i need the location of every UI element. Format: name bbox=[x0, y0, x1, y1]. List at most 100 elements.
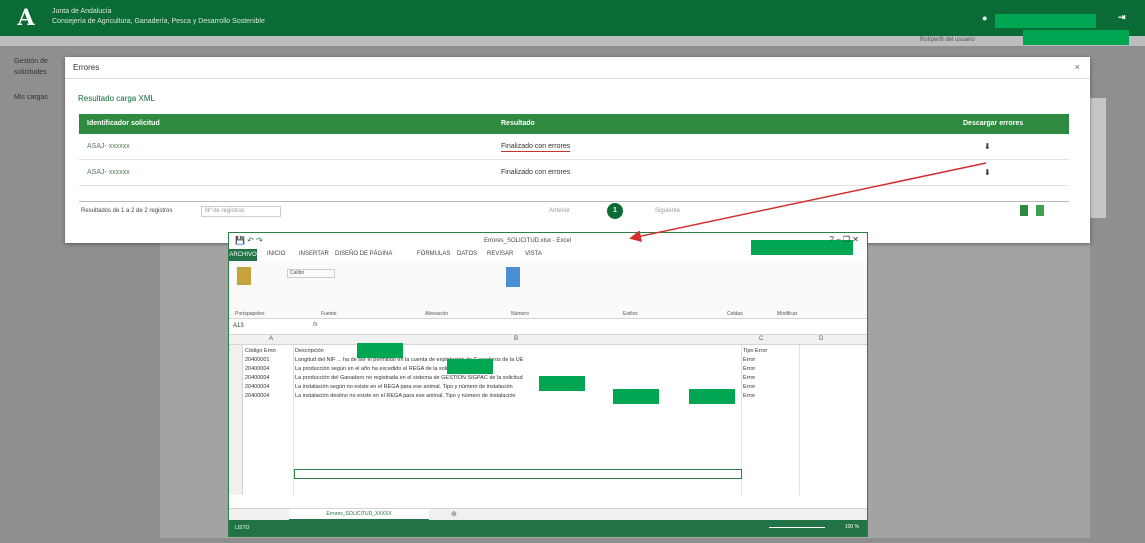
excel-status-bar: LISTO 100 % bbox=[229, 520, 867, 536]
logout-icon[interactable]: ⇥ bbox=[1118, 12, 1126, 23]
modal-subtitle: Resultado carga XML bbox=[78, 94, 155, 103]
next-page-button[interactable]: Siguiente bbox=[655, 208, 680, 214]
excel-window: 💾 ↶ ↷ Errores_SOLICITUD.xlsx - Excel ? –… bbox=[228, 232, 868, 537]
redacted-cell bbox=[689, 389, 735, 404]
junta-logo[interactable]: A bbox=[14, 6, 38, 30]
cell-code[interactable]: 20400004 bbox=[245, 392, 269, 400]
col-d[interactable]: D bbox=[819, 336, 823, 342]
col-b[interactable]: B bbox=[514, 336, 518, 342]
redacted-cell bbox=[539, 376, 585, 391]
format-table-icon[interactable] bbox=[506, 267, 520, 287]
cell-code[interactable]: 20400004 bbox=[245, 365, 269, 373]
export-excel-icon[interactable] bbox=[1036, 205, 1044, 216]
table-row: ASAJ- xxxxxx Finalizado con errores ⬇ bbox=[79, 134, 1069, 160]
download-icon[interactable]: ⬇ bbox=[984, 142, 991, 151]
group-numero: Número bbox=[511, 311, 529, 317]
redacted-cell bbox=[613, 389, 659, 404]
results-table: Identificador solicitud Resultado Descar… bbox=[79, 114, 1069, 186]
paste-icon[interactable] bbox=[237, 267, 251, 285]
redacted-cell bbox=[357, 343, 403, 358]
tab-vista[interactable]: VISTA bbox=[525, 251, 542, 257]
group-estilos: Estilos bbox=[623, 311, 638, 317]
add-sheet-icon[interactable]: ⊕ bbox=[451, 510, 457, 518]
row-id: ASAJ- xxxxxx bbox=[87, 169, 130, 176]
sheet-row: Código Error Descripción Tipo Error bbox=[243, 347, 863, 355]
cell-type[interactable]: Error bbox=[743, 356, 755, 364]
cell-desc[interactable]: La instalación según no existe en el REG… bbox=[295, 383, 513, 391]
cell-code[interactable]: 20400001 bbox=[245, 356, 269, 364]
bg-item-2[interactable]: Mis cargas bbox=[14, 92, 64, 103]
excel-filename: Errores_SOLICITUD.xlsx - Excel bbox=[484, 238, 572, 244]
window-controls[interactable]: ? – ❐ ✕ bbox=[830, 235, 859, 244]
zoom-level[interactable]: 100 % bbox=[845, 524, 859, 530]
table-header: Identificador solicitud Resultado Descar… bbox=[79, 114, 1069, 134]
prev-page-button[interactable]: Anterior bbox=[549, 208, 570, 214]
brand-line-1: Junta de Andalucía bbox=[52, 8, 112, 15]
cell-desc[interactable]: La producción del Ganadero no registrada… bbox=[295, 374, 523, 382]
excel-ribbon-tabs: ARCHIVO INICIO INSERTAR DISEÑO DE PÁGINA… bbox=[229, 249, 867, 261]
cell-desc[interactable]: La producción según en el año ha excedid… bbox=[295, 365, 459, 373]
selected-cell[interactable] bbox=[294, 469, 742, 479]
table-row: ASAJ- xxxxxx Finalizado con errores ⬇ bbox=[79, 160, 1069, 186]
col-a[interactable]: A bbox=[269, 336, 273, 342]
redacted-role bbox=[1023, 30, 1129, 45]
redacted-cell bbox=[447, 359, 493, 374]
brand-line-2: Consejería de Agricultura, Ganadería, Pe… bbox=[52, 18, 265, 25]
col-c[interactable]: C bbox=[759, 336, 763, 342]
font-select[interactable]: Calibri bbox=[287, 269, 335, 278]
name-box[interactable]: A13 bbox=[233, 323, 244, 329]
cell-type[interactable]: Error bbox=[743, 374, 755, 382]
cell-type[interactable]: Error bbox=[743, 383, 755, 391]
col-header-result[interactable]: Resultado bbox=[501, 120, 535, 127]
formula-bar: A13 fx bbox=[229, 319, 867, 335]
sheet-row: 20400001 Longitud del NIF ... ha de ser … bbox=[243, 356, 863, 364]
export-pdf-icon[interactable] bbox=[1020, 205, 1028, 216]
row-headers bbox=[229, 345, 243, 495]
cell-code[interactable]: Código Error bbox=[245, 347, 276, 355]
row-result: Finalizado con errores bbox=[501, 169, 571, 176]
cell-type[interactable]: Error bbox=[743, 365, 755, 373]
status-ready: LISTO bbox=[235, 525, 250, 531]
group-celdas: Celdas bbox=[727, 311, 743, 317]
page-size-select[interactable]: Nº de registros bbox=[201, 206, 281, 217]
group-modificar: Modificar bbox=[777, 311, 798, 317]
modal-header: Errores × bbox=[65, 57, 1090, 79]
excel-quick-access[interactable]: 💾 ↶ ↷ bbox=[235, 236, 263, 245]
tab-datos[interactable]: DATOS bbox=[457, 251, 477, 257]
redacted-username bbox=[995, 14, 1096, 28]
background-sidebar: Gestión de solicitudes Mis cargas bbox=[14, 56, 64, 103]
tab-insertar[interactable]: INSERTAR bbox=[299, 251, 329, 257]
results-count: Resultados de 1 a 2 de 2 registros bbox=[81, 208, 173, 214]
tab-diseno[interactable]: DISEÑO DE PÁGINA bbox=[335, 251, 392, 257]
cell-desc[interactable]: La instalación destino no existe en el R… bbox=[295, 392, 515, 400]
zoom-slider[interactable] bbox=[769, 527, 825, 528]
tab-formulas[interactable]: FÓRMULAS bbox=[417, 251, 450, 257]
fx-icon[interactable]: fx bbox=[313, 322, 318, 328]
modal-title: Errores bbox=[73, 63, 100, 72]
excel-ribbon: Calibri Portapapeles Fuente Alineación N… bbox=[229, 261, 867, 319]
column-headers: A B C D bbox=[229, 335, 867, 345]
close-icon[interactable]: × bbox=[1075, 62, 1080, 72]
background-panel bbox=[1088, 98, 1106, 218]
group-fuente: Fuente bbox=[321, 311, 337, 317]
tab-inicio[interactable]: INICIO bbox=[267, 251, 285, 257]
cell-desc[interactable]: Descripción bbox=[295, 347, 324, 355]
role-info: Rol/perfil del usuario bbox=[920, 37, 975, 43]
excel-titlebar: 💾 ↶ ↷ Errores_SOLICITUD.xlsx - Excel ? –… bbox=[229, 233, 867, 255]
tab-revisar[interactable]: REVISAR bbox=[487, 251, 513, 257]
tab-archivo[interactable]: ARCHIVO bbox=[229, 249, 257, 261]
group-alineacion: Alineación bbox=[425, 311, 449, 317]
brand-text: Junta de Andalucía Consejería de Agricul… bbox=[52, 7, 265, 27]
cell-type[interactable]: Error bbox=[743, 392, 755, 400]
cell-code[interactable]: 20400004 bbox=[245, 383, 269, 391]
cell-code[interactable]: 20400004 bbox=[245, 374, 269, 382]
bg-item-1[interactable]: Gestión de solicitudes bbox=[14, 56, 64, 78]
current-page-button[interactable]: 1 bbox=[607, 203, 623, 219]
row-result: Finalizado con errores bbox=[501, 143, 571, 152]
sheet-grid[interactable]: Código Error Descripción Tipo Error 2040… bbox=[229, 343, 867, 495]
col-header-download[interactable]: Descargar errores bbox=[963, 120, 1023, 127]
col-header-id[interactable]: Identificador solicitud bbox=[87, 120, 160, 127]
download-icon[interactable]: ⬇ bbox=[984, 168, 991, 177]
user-icon[interactable]: ● bbox=[982, 13, 987, 23]
cell-type[interactable]: Tipo Error bbox=[743, 347, 767, 355]
